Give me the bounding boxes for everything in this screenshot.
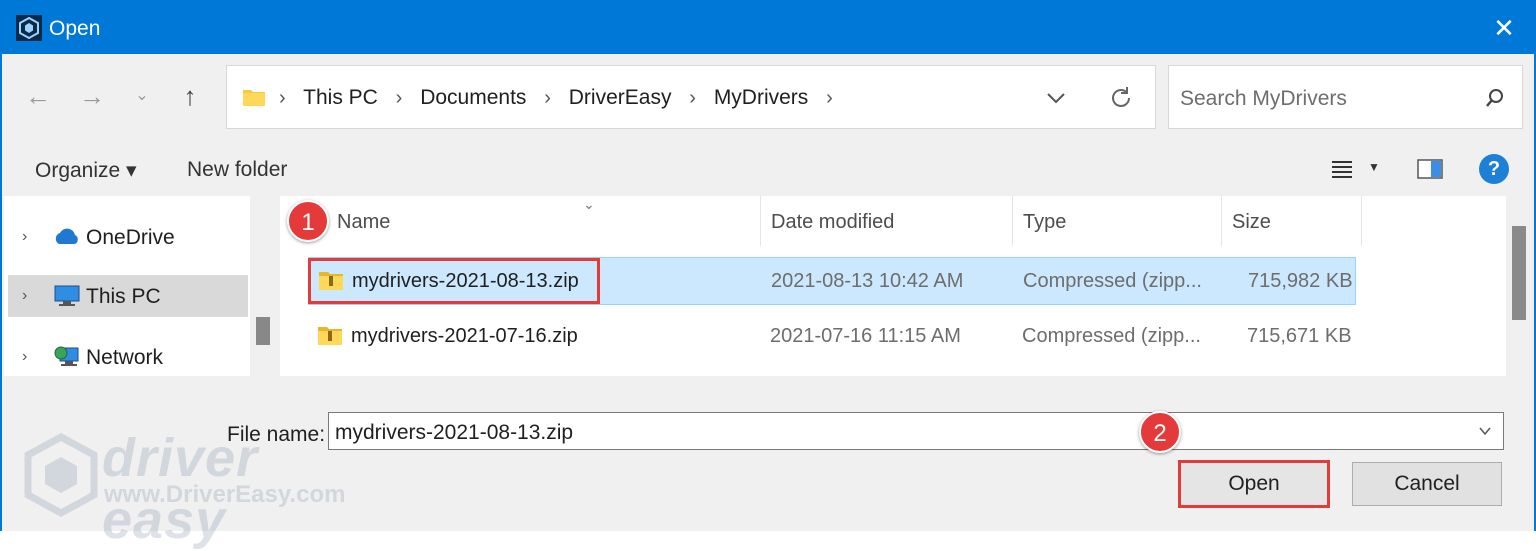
search-input[interactable]: Search MyDrivers (1180, 87, 1347, 111)
file-date: 2021-08-13 10:42 AM (771, 270, 964, 292)
network-icon (54, 346, 79, 366)
app-icon (16, 15, 42, 41)
sidebar-item-this-pc[interactable]: › This PC (8, 275, 248, 317)
open-button[interactable]: Open (1178, 460, 1330, 508)
column-label: Date modified (771, 211, 895, 233)
navigation-bar: ← → ⌄ ↑ › This PC › Documents › DriverEa… (2, 54, 1534, 144)
command-bar: Organize ▾ New folder ▼ ? (2, 144, 1534, 196)
breadcrumb-this-pc[interactable]: This PC (303, 86, 378, 109)
file-list-scrollbar[interactable] (1512, 226, 1526, 320)
selected-file-highlight (308, 258, 600, 304)
chevron-right-icon[interactable]: › (22, 348, 27, 366)
chevron-right-icon[interactable]: › (22, 228, 27, 246)
sidebar-item-onedrive[interactable]: › OneDrive (8, 216, 248, 258)
new-folder-button[interactable]: New folder (187, 158, 287, 182)
file-type: Compressed (zipp... (1023, 270, 1202, 292)
view-details-icon[interactable] (1330, 157, 1354, 181)
sidebar-item-network[interactable]: › Network (8, 336, 248, 378)
column-label: Type (1023, 211, 1067, 233)
chevron-right-icon[interactable]: › (826, 87, 833, 109)
title-bar: Open ✕ (2, 2, 1534, 54)
driver-easy-logo-icon (24, 433, 98, 517)
breadcrumb-drivereasy[interactable]: DriverEasy (569, 86, 672, 109)
back-arrow-icon[interactable]: ← (22, 80, 54, 112)
breadcrumb-mydrivers[interactable]: MyDrivers (714, 86, 809, 109)
sort-caret-icon: ⌄ (583, 196, 595, 212)
sidebar-item-label: Network (86, 346, 164, 369)
window-title: Open (49, 17, 101, 40)
chevron-down-icon[interactable] (1042, 85, 1070, 111)
search-box[interactable]: Search MyDrivers (1168, 65, 1523, 129)
preview-pane-icon[interactable] (1417, 158, 1443, 180)
breadcrumb: › This PC › Documents › DriverEasy › MyD… (279, 86, 845, 110)
column-label: Size (1232, 211, 1271, 233)
chevron-right-icon[interactable]: › (396, 87, 403, 109)
cancel-button[interactable]: Cancel (1352, 462, 1502, 506)
up-arrow-icon[interactable]: ↑ (174, 80, 206, 112)
table-row[interactable]: mydrivers-2021-07-16.zip 2021-07-16 11:1… (308, 313, 1356, 361)
chevron-right-icon: › (279, 87, 286, 109)
column-label: Name (337, 211, 391, 233)
column-header-date[interactable]: Date modified (761, 196, 1013, 246)
watermark: driver easy www.DriverEasy.com (22, 427, 372, 550)
computer-icon (54, 285, 80, 306)
chevron-down-icon[interactable] (1477, 423, 1493, 439)
organize-button[interactable]: Organize ▾ (35, 158, 137, 183)
chevron-right-icon[interactable]: › (22, 287, 27, 305)
address-bar[interactable]: › This PC › Documents › DriverEasy › MyD… (226, 65, 1156, 129)
navigation-pane: › OneDrive › This PC › Network (4, 196, 250, 376)
file-name-field[interactable]: mydrivers-2021-08-13.zip (328, 412, 1504, 450)
chevron-right-icon[interactable]: › (689, 87, 696, 109)
chevron-down-icon[interactable]: ⌄ (126, 80, 158, 112)
close-icon[interactable]: ✕ (1488, 12, 1520, 44)
sidebar-item-label: OneDrive (86, 226, 175, 249)
forward-arrow-icon[interactable]: → (76, 80, 108, 112)
sidebar-scrollbar[interactable] (256, 317, 270, 345)
sidebar-item-label: This PC (86, 285, 161, 308)
step-badge-1: 1 (287, 200, 329, 242)
open-file-dialog: Open ✕ ← → ⌄ ↑ › This PC › Documents › D… (0, 0, 1536, 550)
refresh-icon[interactable] (1107, 84, 1135, 112)
view-options-caret-icon[interactable]: ▼ (1368, 160, 1380, 174)
column-header-type[interactable]: Type (1013, 196, 1222, 246)
file-size: 715,671 KB (1247, 325, 1352, 347)
watermark-url: www.DriverEasy.com (104, 481, 346, 508)
folder-icon (243, 90, 265, 106)
column-header-name[interactable]: Name ⌄ (327, 196, 761, 246)
file-name: mydrivers-2021-07-16.zip (351, 325, 578, 347)
column-header-size[interactable]: Size (1222, 196, 1362, 246)
cloud-icon (55, 228, 78, 244)
help-icon[interactable]: ? (1479, 154, 1509, 184)
search-icon[interactable] (1484, 87, 1506, 109)
step-badge-2: 2 (1139, 411, 1181, 453)
breadcrumb-documents[interactable]: Documents (420, 86, 526, 109)
file-size: 715,982 KB (1248, 270, 1353, 292)
zip-folder-icon (318, 327, 342, 345)
chevron-right-icon[interactable]: › (544, 87, 551, 109)
file-type: Compressed (zipp... (1022, 325, 1201, 347)
file-date: 2021-07-16 11:15 AM (770, 325, 961, 347)
